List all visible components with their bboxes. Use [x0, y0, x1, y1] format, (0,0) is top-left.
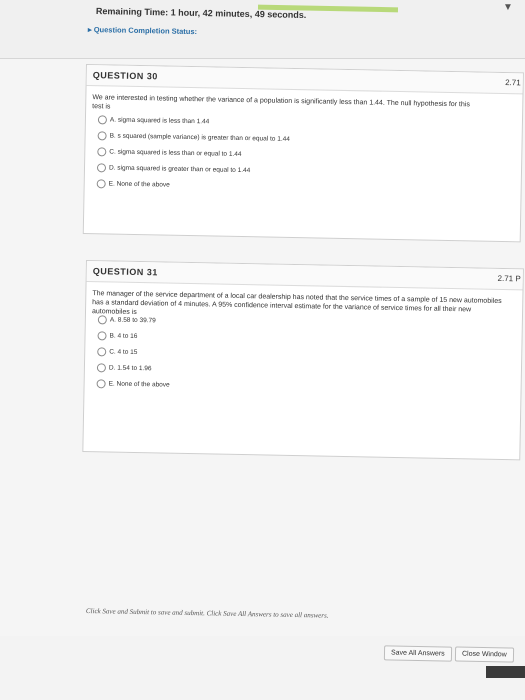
option-label: D. sigma squared is greater than or equa… — [108, 164, 251, 175]
chevron-down-icon[interactable]: ▼ — [503, 2, 513, 13]
option-label: E. None of the above — [108, 180, 170, 189]
footer-bar: Save All Answers Close Window — [0, 636, 525, 700]
question-points: 2.71 P — [497, 273, 521, 284]
option-label: A. 8.58 to 39.79 — [109, 316, 156, 325]
close-window-button[interactable]: Close Window — [454, 646, 514, 663]
option-d[interactable]: D. 1.54 to 1.96 — [96, 363, 152, 373]
question-title: QUESTION 30 — [92, 70, 158, 82]
option-c[interactable]: C. sigma squared is less than or equal t… — [97, 147, 242, 159]
question-30: QUESTION 30 2.71 We are interested in te… — [82, 64, 524, 243]
footer-note: Click Save and Submit to save and submit… — [85, 607, 329, 620]
option-b[interactable]: B. s squared (sample variance) is greate… — [97, 131, 290, 144]
option-e[interactable]: E. None of the above — [96, 179, 170, 189]
question-header: QUESTION 30 2.71 — [86, 65, 523, 95]
radio-button[interactable] — [97, 147, 107, 157]
radio-button[interactable] — [96, 163, 107, 173]
radio-button[interactable] — [97, 347, 107, 357]
option-c[interactable]: C. 4 to 15 — [97, 347, 137, 357]
completion-status-label: Question Completion Status: — [93, 25, 198, 37]
option-d[interactable]: D. sigma squared is greater than or equa… — [96, 163, 251, 175]
question-points: 2.71 — [505, 78, 521, 88]
radio-button[interactable] — [97, 315, 107, 325]
radio-button[interactable] — [96, 179, 106, 189]
question-completion-status[interactable]: ▸ Question Completion Status: — [88, 25, 197, 36]
option-a[interactable]: A. sigma squared is less than 1.44 — [97, 115, 210, 126]
option-label: B. s squared (sample variance) is greate… — [109, 132, 290, 143]
option-label: E. None of the above — [108, 380, 170, 389]
question-text: We are interested in testing whether the… — [92, 94, 470, 111]
option-a[interactable]: A. 8.58 to 39.79 — [97, 315, 156, 325]
timer-strip: ▼ Remaining Time: 1 hour, 42 minutes, 49… — [0, 0, 525, 59]
radio-button[interactable] — [96, 379, 106, 389]
option-b[interactable]: B. 4 to 16 — [97, 331, 137, 341]
question-31: QUESTION 31 2.71 P The manager of the se… — [82, 260, 524, 461]
question-header: QUESTION 31 2.71 P — [86, 261, 523, 291]
option-label: A. sigma squared is less than 1.44 — [109, 116, 210, 126]
page: ▼ Remaining Time: 1 hour, 42 minutes, 49… — [0, 0, 525, 700]
save-all-answers-button[interactable]: Save All Answers — [383, 645, 452, 662]
radio-button[interactable] — [97, 115, 108, 125]
radio-button[interactable] — [96, 363, 107, 373]
option-label: C. 4 to 15 — [109, 348, 138, 357]
radio-button[interactable] — [97, 331, 107, 341]
option-label: B. 4 to 16 — [109, 332, 138, 340]
question-title: QUESTION 31 — [92, 266, 158, 278]
option-label: D. 1.54 to 1.96 — [108, 364, 152, 373]
option-label: C. sigma squared is less than or equal t… — [109, 148, 242, 159]
radio-button[interactable] — [97, 131, 107, 141]
option-e[interactable]: E. None of the above — [96, 379, 170, 389]
dark-tab — [486, 666, 525, 678]
